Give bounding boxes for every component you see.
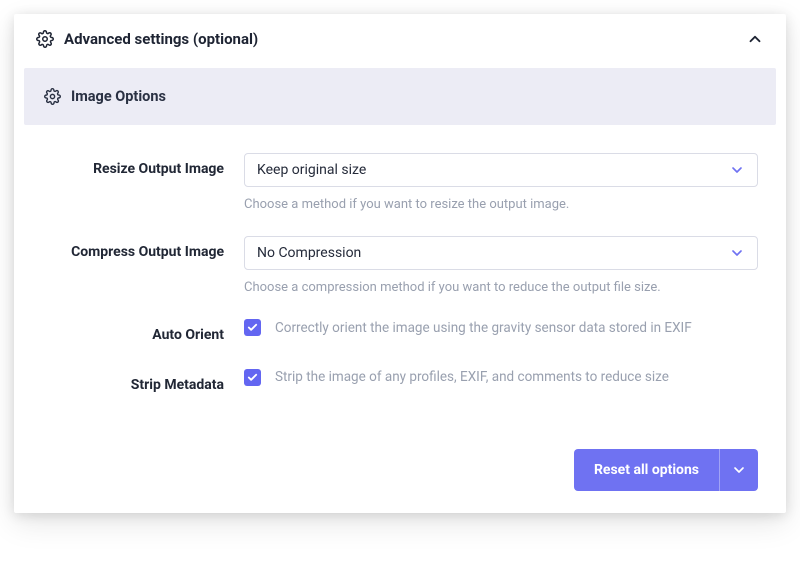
compress-select-value: No Compression xyxy=(257,245,361,261)
auto-orient-label: Auto Orient xyxy=(42,319,224,345)
strip-metadata-label: Strip Metadata xyxy=(42,369,224,395)
auto-orient-description: Correctly orient the image using the gra… xyxy=(275,320,692,336)
chevron-down-icon xyxy=(731,462,747,478)
compress-select[interactable]: No Compression xyxy=(244,236,758,270)
resize-select[interactable]: Keep original size xyxy=(244,153,758,187)
section-title: Image Options xyxy=(71,88,166,105)
footer: Reset all options xyxy=(14,405,786,499)
resize-select-value: Keep original size xyxy=(257,162,366,178)
section-header: Image Options xyxy=(24,68,776,125)
option-compress: Compress Output Image No Compression Cho… xyxy=(14,222,786,305)
gear-icon xyxy=(44,88,61,105)
strip-metadata-checkbox[interactable] xyxy=(244,369,261,386)
gear-icon xyxy=(36,30,54,48)
compress-label: Compress Output Image xyxy=(42,236,224,262)
advanced-settings-panel: Advanced settings (optional) Image Optio… xyxy=(14,14,786,513)
chevron-up-icon[interactable] xyxy=(746,30,764,48)
chevron-down-icon xyxy=(729,162,745,178)
compress-help: Choose a compression method if you want … xyxy=(244,280,758,295)
option-strip-metadata: Strip Metadata Strip the image of any pr… xyxy=(14,355,786,405)
option-auto-orient: Auto Orient Correctly orient the image u… xyxy=(14,305,786,355)
auto-orient-checkbox[interactable] xyxy=(244,319,261,336)
panel-header[interactable]: Advanced settings (optional) xyxy=(14,14,786,60)
reset-dropdown-button[interactable] xyxy=(719,449,758,491)
reset-button-group: Reset all options xyxy=(574,449,758,491)
panel-title: Advanced settings (optional) xyxy=(64,30,736,48)
option-resize: Resize Output Image Keep original size C… xyxy=(14,139,786,222)
strip-metadata-description: Strip the image of any profiles, EXIF, a… xyxy=(275,369,669,385)
resize-label: Resize Output Image xyxy=(42,153,224,179)
resize-help: Choose a method if you want to resize th… xyxy=(244,197,758,212)
chevron-down-icon xyxy=(729,245,745,261)
reset-button[interactable]: Reset all options xyxy=(574,449,719,491)
